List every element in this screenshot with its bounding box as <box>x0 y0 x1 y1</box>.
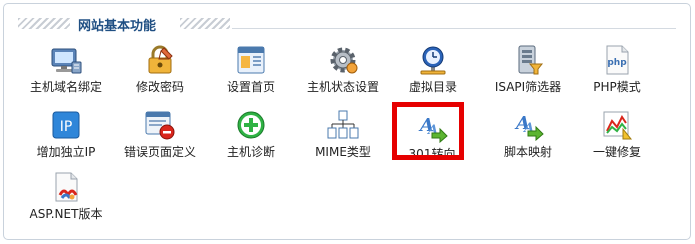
lock-pencil-icon <box>148 45 173 74</box>
computer-network-icon <box>51 48 82 74</box>
mime-network-icon <box>327 110 359 139</box>
item-aspnet-version[interactable]: ASP.NET版本 <box>16 171 116 229</box>
item-label: 一键修复 <box>592 145 641 159</box>
item-label: 增加独立IP <box>36 145 96 159</box>
item-label: 虚拟目录 <box>408 80 457 94</box>
green-plus-icon <box>237 111 265 139</box>
gear-icon <box>330 47 358 74</box>
item-change-password[interactable]: 修改密码 <box>110 44 210 102</box>
item-mime-type[interactable]: MIME类型 <box>293 109 393 167</box>
item-label: 脚本映射 <box>503 145 552 159</box>
item-label: MIME类型 <box>315 145 371 159</box>
item-virtual-directory[interactable]: 虚拟目录 <box>383 44 483 102</box>
function-grid: 主机域名绑定 修改密码 设置首页 主机状态设置 虚拟目录 ISAPI筛选器 ph… <box>4 4 690 239</box>
item-label: ASP.NET版本 <box>29 207 103 221</box>
item-301-redirect[interactable]: A A 301转向 <box>382 111 482 169</box>
item-script-mapping[interactable]: A A 脚本映射 <box>478 109 578 167</box>
server-filter-icon <box>518 45 544 75</box>
item-domain-binding[interactable]: 主机域名绑定 <box>16 44 116 102</box>
item-label: 主机状态设置 <box>306 80 379 94</box>
item-set-homepage[interactable]: 设置首页 <box>201 44 301 102</box>
item-label: PHP模式 <box>593 80 641 94</box>
item-host-status[interactable]: 主机状态设置 <box>293 44 393 102</box>
php-file-icon: php <box>606 45 629 75</box>
redirect-arrow-icon: A A <box>418 115 448 143</box>
item-label: ISAPI筛选器 <box>494 80 562 94</box>
item-isapi-filter[interactable]: ISAPI筛选器 <box>478 44 578 102</box>
item-label: 修改密码 <box>135 80 184 94</box>
aspnet-file-icon <box>55 172 78 202</box>
item-label: 错误页面定义 <box>123 145 196 159</box>
website-basic-functions-panel: 网站基本功能 主机域名绑定 修改密码 设置首页 主机状态设置 虚拟目录 ISAP… <box>3 3 691 240</box>
item-label: 主机诊断 <box>226 145 275 159</box>
repair-chart-icon <box>603 111 633 140</box>
item-one-click-repair[interactable]: 一键修复 <box>567 109 667 167</box>
error-page-icon <box>145 111 175 140</box>
svg-text:IP: IP <box>60 119 73 135</box>
ip-icon: IP <box>52 111 80 139</box>
svg-text:php: php <box>607 58 627 68</box>
item-host-diagnosis[interactable]: 主机诊断 <box>201 109 301 167</box>
item-label: 301转向 <box>408 147 456 161</box>
item-label: 设置首页 <box>226 80 275 94</box>
item-add-dedicated-ip[interactable]: IP 增加独立IP <box>16 109 116 167</box>
script-mapping-icon: A A <box>514 113 544 141</box>
item-php-mode[interactable]: php PHP模式 <box>567 44 667 102</box>
webpage-settings-icon <box>237 46 265 74</box>
globe-clock-icon <box>420 46 446 75</box>
item-error-page-definition[interactable]: 错误页面定义 <box>110 109 210 167</box>
item-label: 主机域名绑定 <box>29 80 102 94</box>
